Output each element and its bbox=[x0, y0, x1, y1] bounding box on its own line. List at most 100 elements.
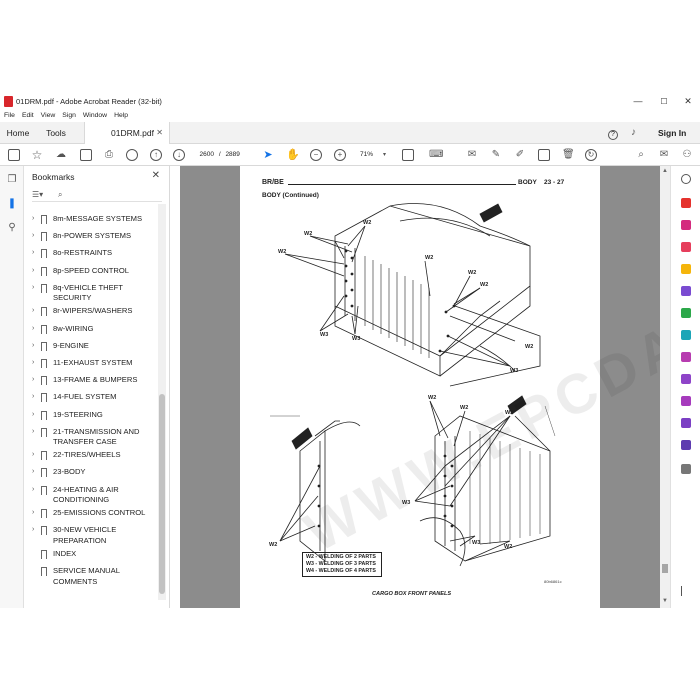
bookmark-star-icon[interactable]: ☆ bbox=[31, 149, 43, 161]
save-icon[interactable] bbox=[8, 149, 20, 161]
bookmark-item[interactable]: › 21-TRANSMISSION AND TRANSFER CASE bbox=[24, 427, 160, 448]
edit-pdf-tool-icon[interactable] bbox=[681, 242, 691, 252]
tab-home[interactable]: Home bbox=[0, 122, 36, 144]
bookmark-item[interactable]: › 8q-VEHICLE THEFT SECURITY bbox=[24, 283, 160, 304]
bookmark-item[interactable]: SERVICE MANUAL COMMENTS bbox=[24, 566, 160, 587]
edit-pdf-icon[interactable] bbox=[538, 149, 550, 161]
chevron-right-icon[interactable]: › bbox=[32, 231, 34, 242]
maximize-button[interactable]: ☐ bbox=[652, 94, 676, 109]
close-tab-icon[interactable]: ✕ bbox=[156, 122, 163, 144]
bookmark-item[interactable]: › 8m-MESSAGE SYSTEMS bbox=[24, 214, 160, 225]
bookmark-item[interactable]: › 25-EMISSIONS CONTROL bbox=[24, 508, 160, 520]
hand-tool-icon[interactable]: ✋ bbox=[286, 149, 300, 161]
export-pdf-icon[interactable] bbox=[681, 198, 691, 208]
chevron-right-icon[interactable]: › bbox=[32, 467, 34, 478]
bookmarks-scrollbar[interactable] bbox=[158, 204, 166, 600]
scroll-up-icon[interactable]: ▲ bbox=[662, 168, 668, 174]
account-sync-icon[interactable]: ⚇ bbox=[681, 149, 693, 161]
bookmark-item[interactable]: › 8n-POWER SYSTEMS bbox=[24, 231, 160, 243]
protect-icon[interactable] bbox=[681, 374, 691, 384]
combine-files-icon[interactable] bbox=[681, 286, 691, 296]
page-fit-icon[interactable] bbox=[402, 149, 414, 161]
bookmark-item[interactable]: › 13-FRAME & BUMPERS bbox=[24, 375, 160, 387]
bookmark-item[interactable]: INDEX bbox=[24, 549, 160, 560]
tab-document[interactable]: 01DRM.pdf ✕ bbox=[84, 122, 170, 144]
bookmark-item[interactable]: › 8r-WIPERS/WASHERS bbox=[24, 306, 160, 318]
menu-window[interactable]: Window bbox=[83, 110, 107, 122]
chevron-right-icon[interactable]: › bbox=[32, 450, 34, 461]
sign-in-button[interactable]: Sign In bbox=[658, 122, 686, 144]
document-canvas[interactable]: BR/BE BODY 23 - 27 BODY (Continued) W2 W… bbox=[180, 166, 660, 608]
chevron-right-icon[interactable]: › bbox=[32, 410, 34, 421]
fill-sign-icon[interactable] bbox=[681, 352, 691, 362]
current-page-input[interactable]: 2600 bbox=[192, 149, 214, 161]
next-page-icon[interactable]: ↓ bbox=[173, 149, 185, 161]
bookmark-item[interactable]: › 23-BODY bbox=[24, 467, 160, 479]
document-scroll-thumb[interactable] bbox=[662, 564, 668, 573]
bookmark-item[interactable]: › 8o-RESTRAINTS bbox=[24, 248, 160, 260]
close-bookmarks-icon[interactable]: ✕ bbox=[152, 170, 160, 181]
help-button[interactable]: ? bbox=[608, 122, 618, 144]
prepare-form-icon[interactable] bbox=[681, 440, 691, 450]
scroll-down-icon[interactable]: ▼ bbox=[662, 598, 668, 604]
chevron-right-icon[interactable]: › bbox=[32, 306, 34, 317]
keyboard-icon[interactable]: ⌨ bbox=[429, 149, 443, 161]
close-window-button[interactable]: ✕ bbox=[676, 94, 700, 109]
bookmarks-scroll-thumb[interactable] bbox=[159, 394, 165, 594]
bookmark-item[interactable]: › 24-HEATING & AIR CONDITIONING bbox=[24, 485, 160, 506]
previous-page-icon[interactable]: ↑ bbox=[150, 149, 162, 161]
zoom-level-select[interactable]: 71% ▾ bbox=[354, 149, 388, 161]
search-icon[interactable] bbox=[126, 149, 138, 161]
bookmark-item[interactable]: › 14-FUEL SYSTEM bbox=[24, 392, 160, 404]
collapse-pane-icon[interactable] bbox=[681, 586, 691, 596]
request-signature-icon[interactable] bbox=[681, 396, 691, 406]
bookmark-item[interactable]: › 8p-SPEED CONTROL bbox=[24, 266, 160, 277]
comment-tool-icon[interactable] bbox=[681, 264, 691, 274]
chevron-right-icon[interactable]: › bbox=[32, 248, 34, 259]
create-pdf-icon[interactable] bbox=[681, 220, 691, 230]
zoom-search-icon[interactable] bbox=[681, 174, 691, 184]
notifications-bell-icon[interactable]: ♪ bbox=[631, 122, 636, 144]
tab-tools[interactable]: Tools bbox=[38, 122, 74, 144]
comment-icon[interactable]: ✉ bbox=[466, 149, 478, 161]
bookmark-item[interactable]: › 19-STEERING bbox=[24, 410, 160, 421]
chevron-right-icon[interactable]: › bbox=[32, 341, 34, 352]
chevron-right-icon[interactable]: › bbox=[32, 525, 34, 536]
share-icon[interactable] bbox=[80, 149, 92, 161]
select-cursor-icon[interactable]: ➤ bbox=[262, 149, 274, 161]
bookmark-item[interactable]: › 22-TIRES/WHEELS bbox=[24, 450, 160, 462]
pages-thumbnail-icon[interactable]: ❐ bbox=[6, 174, 18, 186]
highlight-pen-icon[interactable]: ✎ bbox=[490, 149, 502, 161]
bookmark-item[interactable]: › 8w-WIRING bbox=[24, 324, 160, 335]
zoom-out-icon[interactable]: − bbox=[310, 149, 322, 161]
upload-cloud-icon[interactable]: ☁ bbox=[55, 149, 67, 161]
bookmark-item[interactable]: › 30-NEW VEHICLE PREPARATION bbox=[24, 525, 160, 546]
bookmark-item[interactable]: › 9-ENGINE bbox=[24, 341, 160, 352]
zoom-in-icon[interactable]: + bbox=[334, 149, 346, 161]
rotate-icon[interactable]: ↻ bbox=[585, 149, 597, 161]
chevron-right-icon[interactable]: › bbox=[32, 485, 34, 496]
chevron-right-icon[interactable]: › bbox=[32, 427, 34, 438]
send-for-review-icon[interactable] bbox=[681, 418, 691, 428]
chevron-right-icon[interactable]: › bbox=[32, 392, 34, 403]
search-icon[interactable]: ⌕ bbox=[635, 149, 647, 161]
delete-trash-icon[interactable]: 🗑 bbox=[562, 149, 575, 161]
chevron-right-icon[interactable]: › bbox=[32, 508, 34, 519]
find-bookmark-icon[interactable]: ⌕ bbox=[58, 189, 62, 200]
bookmarks-panel-icon[interactable]: ❚ bbox=[6, 198, 18, 210]
attachments-paperclip-icon[interactable]: ⚲ bbox=[6, 222, 18, 234]
chevron-right-icon[interactable]: › bbox=[32, 375, 34, 386]
print-icon[interactable]: ⎙ bbox=[103, 149, 115, 161]
email-icon[interactable]: ✉ bbox=[658, 149, 670, 161]
menu-help[interactable]: Help bbox=[114, 110, 128, 122]
menu-edit[interactable]: Edit bbox=[22, 110, 34, 122]
bookmark-item[interactable]: › 11-EXHAUST SYSTEM bbox=[24, 358, 160, 369]
organize-pages-icon[interactable] bbox=[681, 308, 691, 318]
minimize-button[interactable]: — bbox=[626, 94, 650, 109]
menu-view[interactable]: View bbox=[41, 110, 56, 122]
scan-ocr-icon[interactable] bbox=[681, 330, 691, 340]
bookmark-options-icon[interactable]: ☰▾ bbox=[32, 189, 43, 200]
more-tools-wrench-icon[interactable] bbox=[681, 464, 691, 474]
menu-sign[interactable]: Sign bbox=[62, 110, 76, 122]
chevron-right-icon[interactable]: › bbox=[32, 324, 34, 335]
